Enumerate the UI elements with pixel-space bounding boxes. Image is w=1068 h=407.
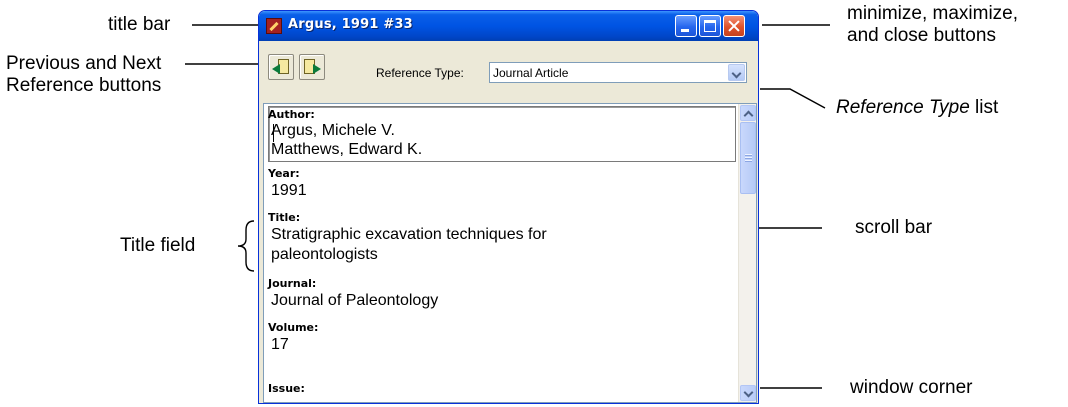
issue-label: Issue:	[268, 382, 305, 395]
author-value-2: Matthews, Edward K.	[271, 141, 423, 158]
app-icon	[266, 18, 282, 34]
callout-scroll-bar: scroll bar	[855, 217, 933, 238]
issue-field[interactable]: Issue:	[266, 364, 736, 402]
callout-reference-type-italic: Reference Type	[836, 97, 970, 118]
callout-prev-next-line1: Previous and Next	[6, 53, 162, 74]
thumb-grip-line	[745, 157, 752, 158]
scroll-up-icon[interactable]	[740, 105, 756, 121]
volume-value: 17	[271, 336, 289, 353]
journal-value: Journal of Paleontology	[271, 292, 439, 309]
callout-window-buttons-line2: and close buttons	[847, 25, 996, 46]
reference-toolbar: Reference Type: Journal Article	[259, 41, 758, 101]
volume-label: Volume:	[268, 321, 319, 334]
right-arrow-icon	[313, 64, 321, 74]
year-value: 1991	[271, 182, 307, 199]
maximize-button[interactable]	[699, 15, 721, 37]
callout-prev-next: Previous and Next Reference buttons	[6, 53, 161, 97]
thumb-grip-line	[745, 160, 752, 161]
scroll-down-icon[interactable]	[740, 385, 756, 401]
title-bar[interactable]: Argus, 1991 #33	[259, 11, 758, 41]
author-label: Author:	[268, 108, 315, 121]
dropdown-arrow-icon[interactable]	[728, 64, 745, 81]
journal-field[interactable]: Journal: Journal of Paleontology	[266, 274, 736, 314]
thumb-grip-line	[745, 154, 752, 155]
reference-type-value: Journal Article	[493, 66, 569, 80]
reference-type-select[interactable]: Journal Article	[489, 62, 747, 83]
volume-field[interactable]: Volume: 17	[266, 318, 736, 358]
maximize-icon	[704, 20, 716, 32]
title-label: Title:	[268, 211, 301, 224]
window-title: Argus, 1991 #33	[288, 17, 413, 32]
close-button[interactable]	[723, 15, 745, 37]
journal-label: Journal:	[268, 277, 317, 290]
reference-fields-pane: Author: Argus, Michele V. Matthews, Edwa…	[263, 103, 757, 403]
callout-reference-type-list: Reference Type list	[836, 97, 998, 119]
callout-title-field: Title field	[120, 235, 196, 256]
callout-window-buttons-line1: minimize, maximize,	[847, 3, 1019, 24]
title-field[interactable]: Title: Stratigraphic excavation techniqu…	[266, 208, 736, 272]
callout-title-bar: title bar	[108, 14, 171, 35]
title-value-1: Stratigraphic excavation techniques for	[271, 226, 547, 243]
year-label: Year:	[268, 167, 300, 180]
title-field-brace	[237, 220, 255, 272]
next-reference-button[interactable]	[299, 54, 325, 80]
scrollbar-thumb[interactable]	[740, 122, 756, 194]
reference-window: Argus, 1991 #33 Reference Type: Journal …	[258, 10, 759, 404]
minimize-button[interactable]	[675, 15, 697, 37]
leader-reference-type	[760, 88, 826, 109]
previous-reference-button[interactable]	[268, 54, 294, 80]
callout-window-buttons: minimize, maximize, and close buttons	[847, 3, 1018, 47]
field-list: Author: Argus, Michele V. Matthews, Edwa…	[264, 104, 738, 402]
callout-window-corner: window corner	[850, 377, 973, 398]
title-value-2: paleontologists	[271, 246, 378, 263]
callout-prev-next-line2: Reference buttons	[6, 75, 162, 96]
minimize-icon	[681, 29, 689, 32]
year-field[interactable]: Year: 1991	[266, 164, 736, 204]
vertical-scrollbar[interactable]	[738, 104, 756, 402]
callout-reference-type-plain: list	[969, 97, 999, 118]
author-value-1: Argus, Michele V.	[271, 122, 395, 139]
reference-type-label: Reference Type:	[376, 66, 464, 80]
left-arrow-icon	[272, 64, 280, 74]
author-field[interactable]: Author: Argus, Michele V. Matthews, Edwa…	[266, 106, 736, 162]
close-icon	[724, 16, 744, 36]
